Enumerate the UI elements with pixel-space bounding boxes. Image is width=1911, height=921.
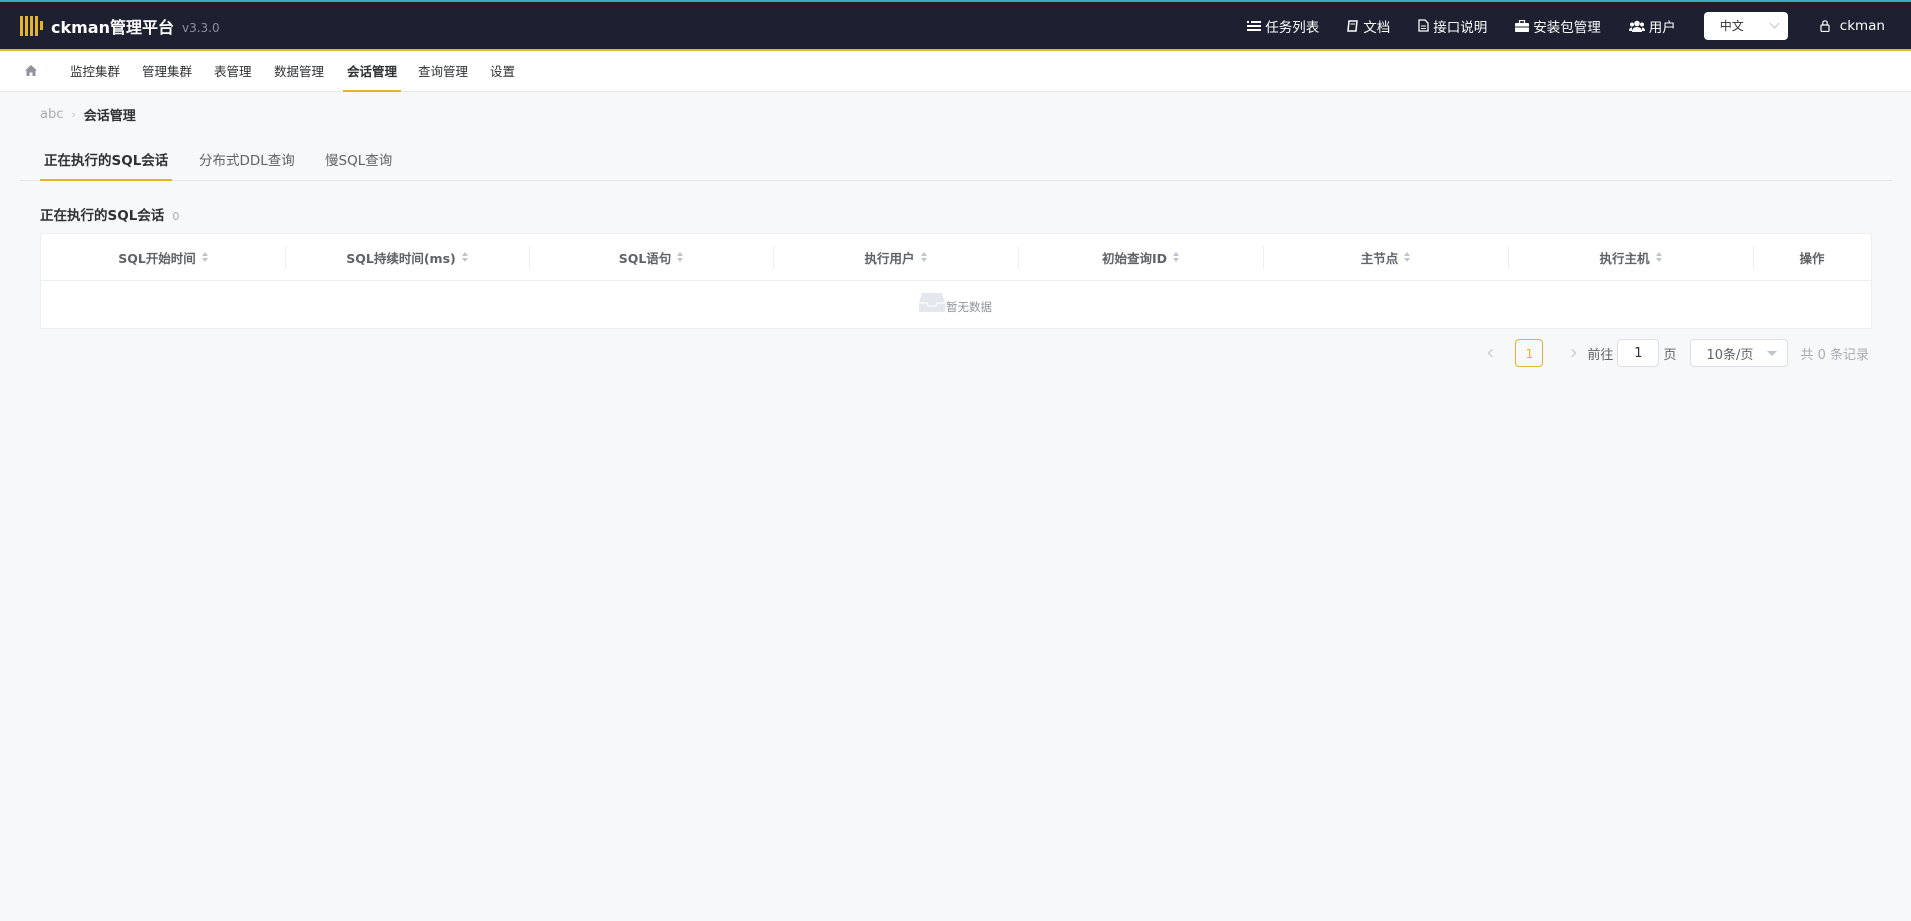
- logo[interactable]: ckman管理平台 v3.3.0: [20, 14, 220, 38]
- sort-icon: [461, 252, 468, 262]
- sort-icon: [920, 252, 927, 262]
- sort-icon: [677, 252, 684, 262]
- sub-navigation: 监控集群 管理集群 表管理 数据管理 会话管理 查询管理 设置: [0, 51, 1911, 92]
- package-management-link[interactable]: 安装包管理: [1515, 16, 1601, 36]
- sort-icon: [1173, 252, 1180, 262]
- tab-distributed-ddl-queries[interactable]: 分布式DDL查询: [199, 144, 295, 181]
- chevron-left-icon: [1488, 348, 1497, 358]
- brand-title: ckman管理平台: [51, 17, 174, 37]
- column-header-sql-start-time[interactable]: SQL开始时间: [41, 234, 285, 280]
- nav-data-management[interactable]: 数据管理: [274, 51, 324, 92]
- nav-query-management[interactable]: 查询管理: [418, 51, 468, 92]
- list-icon: [1247, 19, 1262, 32]
- column-label: SQL开始时间: [118, 250, 196, 266]
- sort-icon: [1655, 252, 1662, 262]
- column-label: SQL持续时间(ms): [346, 250, 456, 266]
- chevron-down-icon: [1769, 18, 1780, 29]
- prev-page-button[interactable]: [1485, 339, 1499, 367]
- language-select[interactable]: 中文: [1703, 11, 1788, 40]
- page-number-button[interactable]: 1: [1515, 339, 1544, 367]
- task-list-link[interactable]: 任务列表: [1247, 16, 1319, 36]
- tab-slow-sql-queries[interactable]: 慢SQL查询: [325, 144, 392, 181]
- section-title: 正在执行的SQL会话 0: [40, 204, 179, 224]
- column-header-exec-user[interactable]: 执行用户: [773, 234, 1018, 280]
- breadcrumb-separator-icon: ›: [71, 108, 76, 121]
- nav-session-management[interactable]: 会话管理: [343, 51, 402, 92]
- users-label: 用户: [1648, 19, 1676, 36]
- sessions-table: SQL开始时间 SQL持续时间(ms) SQL语句 执行用户 初始查询ID 主节…: [40, 233, 1872, 329]
- column-header-exec-host[interactable]: 执行主机: [1508, 234, 1753, 280]
- next-page-button[interactable]: [1565, 339, 1579, 367]
- table-empty-state: 暂无数据: [41, 281, 1871, 328]
- tab-running-sql-sessions[interactable]: 正在执行的SQL会话: [40, 144, 173, 181]
- top-menu: 任务列表 文档 接口说明 安装包管理 用户 中文 ckman: [1247, 2, 1911, 49]
- users-link[interactable]: 用户: [1628, 16, 1676, 36]
- docs-link[interactable]: 文档: [1347, 16, 1390, 36]
- column-header-master-node[interactable]: 主节点: [1263, 234, 1508, 280]
- goto-label: 前往: [1587, 347, 1614, 363]
- empty-inbox-icon: [918, 291, 946, 317]
- total-count: 共 0 条记录: [1800, 347, 1869, 363]
- api-docs-label: 接口说明: [1433, 19, 1488, 36]
- column-label: 操作: [1799, 250, 1825, 266]
- file-icon: [1418, 19, 1429, 32]
- api-docs-link[interactable]: 接口说明: [1418, 16, 1487, 36]
- goto-page-input[interactable]: [1617, 339, 1660, 367]
- page-size-select[interactable]: 10条/页: [1690, 339, 1789, 367]
- task-list-label: 任务列表: [1265, 19, 1320, 36]
- briefcase-icon: [1515, 19, 1530, 32]
- pagination: 1 前往 页 10条/页 共 0 条记录: [1485, 339, 1869, 367]
- column-header-initial-query-id[interactable]: 初始查询ID: [1018, 234, 1263, 280]
- username: ckman: [1839, 17, 1885, 34]
- section-count: 0: [172, 210, 180, 223]
- book-icon: [1347, 19, 1359, 32]
- sort-icon: [1404, 252, 1411, 262]
- session-tabs: 正在执行的SQL会话 分布式DDL查询 慢SQL查询: [20, 144, 1892, 181]
- column-header-sql-statement[interactable]: SQL语句: [529, 234, 773, 280]
- version-label: v3.3.0: [182, 20, 220, 35]
- table-header: SQL开始时间 SQL持续时间(ms) SQL语句 执行用户 初始查询ID 主节…: [41, 234, 1871, 281]
- nav-manage-cluster[interactable]: 管理集群: [142, 51, 192, 92]
- column-label: 初始查询ID: [1101, 250, 1168, 266]
- home-icon: [25, 65, 37, 76]
- caret-down-icon: [1767, 350, 1778, 356]
- lock-icon: [1820, 19, 1830, 32]
- column-label: 执行用户: [864, 250, 915, 266]
- nav-monitor-cluster[interactable]: 监控集群: [70, 51, 120, 92]
- section-title-text: 正在执行的SQL会话: [40, 208, 165, 224]
- column-header-actions: 操作: [1753, 234, 1871, 280]
- breadcrumb-current: 会话管理: [83, 109, 136, 124]
- page-suffix-label: 页: [1663, 347, 1677, 363]
- user-menu[interactable]: ckman: [1820, 18, 1885, 34]
- docs-label: 文档: [1363, 19, 1391, 36]
- column-label: 主节点: [1360, 250, 1399, 266]
- package-management-label: 安装包管理: [1533, 19, 1601, 36]
- language-value: 中文: [1719, 19, 1744, 33]
- breadcrumb: abc › 会话管理: [40, 105, 136, 124]
- logo-bars-icon: [20, 15, 43, 36]
- breadcrumb-cluster[interactable]: abc: [40, 107, 63, 122]
- column-header-sql-duration[interactable]: SQL持续时间(ms): [285, 234, 529, 280]
- page-size-value: 10条/页: [1706, 347, 1754, 363]
- home-button[interactable]: [24, 64, 38, 81]
- column-label: 执行主机: [1599, 250, 1650, 266]
- chevron-right-icon: [1568, 348, 1577, 358]
- empty-text: 暂无数据: [946, 300, 992, 314]
- page-jumper: 前往 页: [1587, 339, 1676, 367]
- column-label: SQL语句: [618, 250, 672, 266]
- users-icon: [1628, 20, 1645, 32]
- top-header: ckman管理平台 v3.3.0 任务列表 文档 接口说明 安装包管理 用户 中…: [0, 0, 1911, 51]
- nav-settings[interactable]: 设置: [490, 51, 515, 92]
- sort-icon: [201, 252, 208, 262]
- nav-table-management[interactable]: 表管理: [214, 51, 252, 92]
